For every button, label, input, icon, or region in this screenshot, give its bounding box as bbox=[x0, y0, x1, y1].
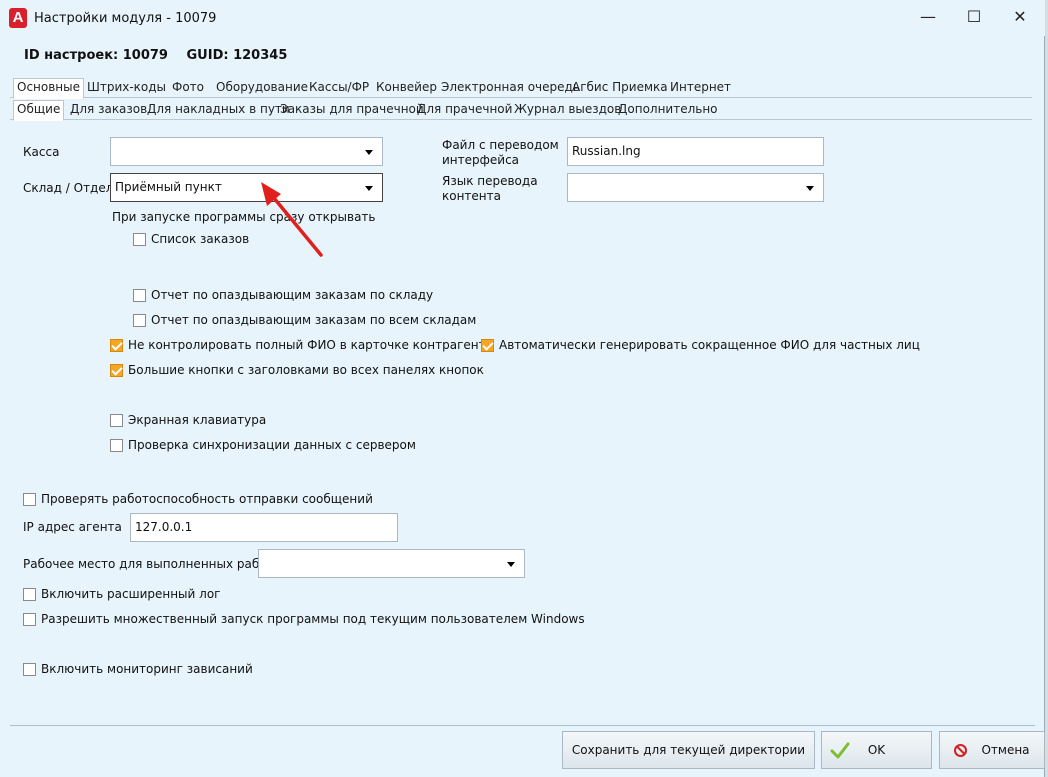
checkbox-box[interactable] bbox=[133, 313, 146, 327]
extended-log-checkbox[interactable]: Включить расширенный лог bbox=[23, 586, 220, 602]
auto-short-name-checkbox[interactable]: Автоматически генерировать сокращенное Ф… bbox=[481, 337, 920, 353]
chevron-down-icon bbox=[507, 562, 515, 567]
chevron-down-icon bbox=[806, 186, 814, 191]
hang-monitoring-checkbox[interactable]: Включить мониторинг зависаний bbox=[23, 661, 253, 677]
late-report-all-checkbox[interactable]: Отчет по опаздывающим заказам по всем ск… bbox=[133, 312, 476, 328]
check-messages-checkbox[interactable]: Проверять работоспособность отправки соо… bbox=[23, 491, 373, 507]
big-buttons-label: Большие кнопки с заголовками во всех пан… bbox=[128, 363, 484, 377]
tab-general[interactable]: Общие bbox=[13, 100, 65, 121]
tab-osnovnye[interactable]: Основные bbox=[13, 78, 85, 99]
checkbox-box[interactable] bbox=[110, 413, 123, 427]
multi-launch-label: Разрешить множественный запуск программы… bbox=[41, 612, 585, 626]
checkbox-box[interactable] bbox=[23, 612, 36, 626]
onscreen-keyboard-label: Экранная клавиатура bbox=[128, 413, 267, 427]
no-full-name-control-checkbox[interactable]: Не контролировать полный ФИО в карточке … bbox=[110, 337, 493, 353]
checkbox-box[interactable] bbox=[23, 662, 36, 676]
kassa-select[interactable] bbox=[110, 137, 383, 166]
tab-barcodes[interactable]: Штрих-коды bbox=[87, 78, 166, 98]
window-title: Настройки модуля - 10079 bbox=[34, 11, 217, 26]
workplace-select[interactable] bbox=[258, 549, 525, 578]
kassa-label: Касса bbox=[23, 145, 60, 159]
translation-file-input[interactable]: Russian.lng bbox=[567, 137, 824, 166]
settings-guid: GUID: 120345 bbox=[186, 48, 288, 63]
sync-check-checkbox[interactable]: Проверка синхронизации данных с сервером bbox=[110, 437, 416, 453]
minimize-button[interactable]: — bbox=[905, 0, 951, 34]
save-for-current-directory-button[interactable]: Сохранить для текущей директории bbox=[562, 731, 815, 769]
tab-trip-log[interactable]: Журнал выездов bbox=[514, 100, 621, 120]
translation-file-label-2: интерфейса bbox=[442, 153, 520, 167]
ip-agent-label: IP адрес агента bbox=[23, 520, 122, 534]
settings-id: ID настроек: 10079 bbox=[24, 48, 168, 63]
checkbox-box[interactable] bbox=[23, 492, 36, 506]
sub-tab-bar: Общие Для заказов Для накладных в пути З… bbox=[10, 100, 1032, 121]
checkbox-box[interactable] bbox=[110, 338, 123, 352]
content-language-select[interactable] bbox=[567, 173, 824, 202]
cancel-button[interactable]: Отмена bbox=[939, 731, 1045, 769]
maximize-button[interactable]: ☐ bbox=[951, 0, 997, 34]
tab-agbis-intake[interactable]: Агбис Приемка bbox=[572, 78, 668, 98]
tab-for-waybills[interactable]: Для накладных в пути bbox=[147, 100, 290, 120]
general-settings-panel: Касса Склад / Отдел Приёмный пункт Файл … bbox=[10, 121, 1035, 723]
chevron-down-icon bbox=[365, 150, 373, 155]
late-report-all-label: Отчет по опаздывающим заказам по всем ск… bbox=[151, 313, 477, 327]
ok-label: OK bbox=[867, 743, 886, 757]
onscreen-keyboard-checkbox[interactable]: Экранная клавиатура bbox=[110, 412, 266, 428]
tab-equipment[interactable]: Оборудование bbox=[216, 78, 308, 98]
multi-launch-checkbox[interactable]: Разрешить множественный запуск программы… bbox=[23, 611, 585, 627]
order-list-label: Список заказов bbox=[151, 232, 250, 246]
cancel-label: Отмена bbox=[981, 743, 1030, 757]
ip-agent-input[interactable]: 127.0.0.1 bbox=[130, 513, 398, 542]
tab-conveyor[interactable]: Конвейер bbox=[376, 78, 437, 98]
tab-photo[interactable]: Фото bbox=[172, 78, 204, 98]
chevron-down-icon bbox=[365, 186, 373, 191]
settings-window: A Настройки модуля - 10079 — ☐ ✕ ID наст… bbox=[0, 0, 1045, 777]
ok-button[interactable]: OK bbox=[821, 731, 932, 769]
close-button[interactable]: ✕ bbox=[997, 0, 1043, 34]
tab-for-orders[interactable]: Для заказов bbox=[70, 100, 147, 120]
tab-internet[interactable]: Интернет bbox=[670, 78, 731, 98]
big-buttons-checkbox[interactable]: Большие кнопки с заголовками во всех пан… bbox=[110, 362, 484, 378]
check-messages-label: Проверять работоспособность отправки соо… bbox=[41, 492, 373, 506]
checkmark-icon bbox=[830, 742, 850, 759]
content-language-label-1: Язык перевода bbox=[442, 174, 538, 188]
tab-for-laundry[interactable]: Для прачечной bbox=[417, 100, 512, 120]
startup-heading: При запуске программы сразу открывать bbox=[112, 210, 376, 224]
tab-electronic-queue[interactable]: Электронная очередь bbox=[441, 78, 580, 98]
sklad-label: Склад / Отдел bbox=[23, 181, 114, 195]
auto-short-name-label: Автоматически генерировать сокращенное Ф… bbox=[499, 338, 920, 352]
settings-ids: ID настроек: 10079 GUID: 120345 bbox=[24, 48, 301, 63]
tab-additional[interactable]: Дополнительно bbox=[618, 100, 718, 120]
no-full-name-control-label: Не контролировать полный ФИО в карточке … bbox=[128, 338, 493, 352]
checkbox-box[interactable] bbox=[133, 232, 146, 246]
sklad-value: Приёмный пункт bbox=[115, 180, 222, 194]
tab-laundry-orders[interactable]: Заказы для прачечной bbox=[280, 100, 424, 120]
content-language-label-2: контента bbox=[442, 189, 501, 203]
hang-monitoring-label: Включить мониторинг зависаний bbox=[41, 662, 253, 676]
checkbox-box[interactable] bbox=[481, 338, 494, 352]
extended-log-label: Включить расширенный лог bbox=[41, 587, 221, 601]
late-report-warehouse-label: Отчет по опаздывающим заказам по складу bbox=[151, 288, 434, 302]
annotation-arrow-icon bbox=[261, 182, 323, 257]
late-report-warehouse-checkbox[interactable]: Отчет по опаздывающим заказам по складу bbox=[133, 287, 433, 303]
checkbox-box[interactable] bbox=[23, 587, 36, 601]
checkbox-box[interactable] bbox=[110, 363, 123, 377]
workplace-label: Рабочее место для выполненных работ bbox=[23, 557, 274, 571]
save-dir-label: Сохранить для текущей директории bbox=[571, 743, 806, 757]
sync-check-label: Проверка синхронизации данных с сервером bbox=[128, 438, 416, 452]
sklad-select[interactable]: Приёмный пункт bbox=[110, 173, 383, 202]
footer-separator bbox=[10, 725, 1035, 726]
translation-file-label-1: Файл с переводом bbox=[442, 138, 559, 152]
title-bar: A Настройки модуля - 10079 — ☐ ✕ bbox=[0, 0, 1045, 36]
checkbox-box[interactable] bbox=[110, 438, 123, 452]
app-logo-icon: A bbox=[9, 8, 27, 28]
cancel-icon bbox=[954, 743, 968, 757]
main-tab-bar: Основные Штрих-коды Фото Оборудование Ка… bbox=[10, 78, 1032, 99]
order-list-checkbox[interactable]: Список заказов bbox=[133, 231, 249, 247]
tab-cash-registers[interactable]: Кассы/ФР bbox=[309, 78, 369, 98]
checkbox-box[interactable] bbox=[133, 288, 146, 302]
